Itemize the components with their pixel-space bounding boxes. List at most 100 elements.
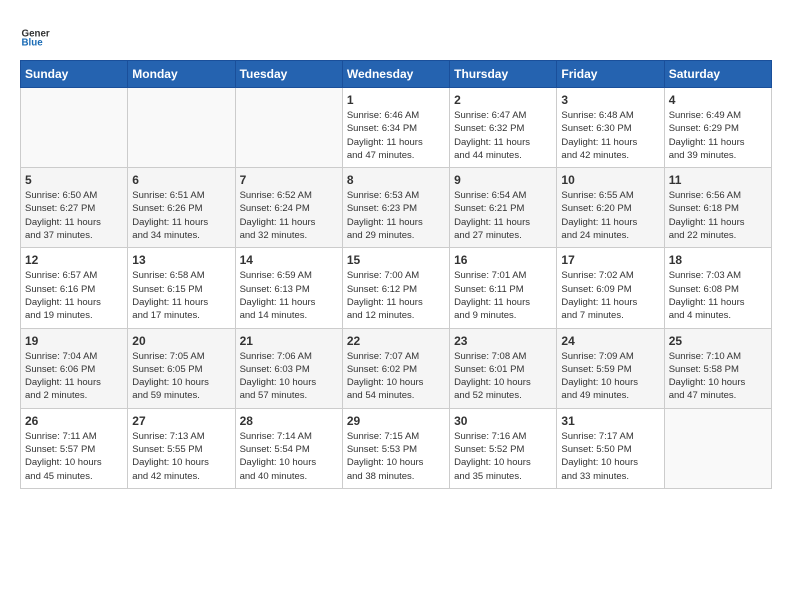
day-number: 25 — [669, 334, 767, 348]
day-number: 27 — [132, 414, 230, 428]
weekday-header-row: SundayMondayTuesdayWednesdayThursdayFrid… — [21, 61, 772, 88]
calendar-cell: 30Sunrise: 7:16 AM Sunset: 5:52 PM Dayli… — [450, 408, 557, 488]
calendar-cell: 10 Sunrise: 6:55 AM Sunset: 6:20 PM Dayli… — [557, 168, 664, 248]
day-number: 6 — [132, 173, 230, 187]
calendar-cell: 22Sunrise: 7:07 AM Sunset: 6:02 PM Dayli… — [342, 328, 449, 408]
day-info: Sunrise: 6:54 AM Sunset: 6:21 PM Dayligh… — [454, 189, 552, 242]
calendar-cell: 19Sunrise: 7:04 AM Sunset: 6:06 PM Dayli… — [21, 328, 128, 408]
calendar-cell: 23 Sunrise: 7:08 AM Sunset: 6:01 PM Dayli… — [450, 328, 557, 408]
calendar-cell: 17 Sunrise: 7:02 AM Sunset: 6:09 PM Dayli… — [557, 248, 664, 328]
day-info: Sunrise: 6:50 AM Sunset: 6:27 PM Dayligh… — [25, 189, 123, 242]
logo-icon: General Blue — [20, 20, 50, 50]
calendar-cell: 29 Sunrise: 7:15 AM Sunset: 5:53 PM Dayli… — [342, 408, 449, 488]
day-number: 19 — [25, 334, 123, 348]
logo: General Blue — [20, 20, 50, 50]
calendar-week-4: 19Sunrise: 7:04 AM Sunset: 6:06 PM Dayli… — [21, 328, 772, 408]
day-number: 7 — [240, 173, 338, 187]
day-info: Sunrise: 7:05 AM Sunset: 6:05 PM Dayligh… — [132, 350, 230, 403]
day-number: 1 — [347, 93, 445, 107]
day-number: 24 — [561, 334, 659, 348]
day-number: 28 — [240, 414, 338, 428]
calendar-table: SundayMondayTuesdayWednesdayThursdayFrid… — [20, 60, 772, 489]
calendar-cell: 15 Sunrise: 7:00 AM Sunset: 6:12 PM Dayli… — [342, 248, 449, 328]
day-number: 31 — [561, 414, 659, 428]
calendar-cell: 7 Sunrise: 6:52 AM Sunset: 6:24 PM Daylig… — [235, 168, 342, 248]
svg-text:Blue: Blue — [22, 38, 44, 49]
page-header: General Blue — [20, 20, 772, 50]
day-info: Sunrise: 7:01 AM Sunset: 6:11 PM Dayligh… — [454, 269, 552, 322]
calendar-cell: 5 Sunrise: 6:50 AM Sunset: 6:27 PM Daylig… — [21, 168, 128, 248]
day-info: Sunrise: 7:06 AM Sunset: 6:03 PM Dayligh… — [240, 350, 338, 403]
day-number: 29 — [347, 414, 445, 428]
weekday-header-wednesday: Wednesday — [342, 61, 449, 88]
day-number: 20 — [132, 334, 230, 348]
day-number: 30 — [454, 414, 552, 428]
calendar-cell: 6 Sunrise: 6:51 AM Sunset: 6:26 PM Daylig… — [128, 168, 235, 248]
day-info: Sunrise: 6:55 AM Sunset: 6:20 PM Dayligh… — [561, 189, 659, 242]
day-number: 4 — [669, 93, 767, 107]
day-number: 17 — [561, 253, 659, 267]
day-number: 12 — [25, 253, 123, 267]
day-number: 16 — [454, 253, 552, 267]
day-number: 8 — [347, 173, 445, 187]
day-number: 5 — [25, 173, 123, 187]
calendar-week-1: 1 Sunrise: 6:46 AM Sunset: 6:34 PM Daylig… — [21, 88, 772, 168]
calendar-cell: 9 Sunrise: 6:54 AM Sunset: 6:21 PM Daylig… — [450, 168, 557, 248]
calendar-cell: 16 Sunrise: 7:01 AM Sunset: 6:11 PM Dayli… — [450, 248, 557, 328]
calendar-cell: 11Sunrise: 6:56 AM Sunset: 6:18 PM Dayli… — [664, 168, 771, 248]
day-number: 10 — [561, 173, 659, 187]
calendar-cell: 12Sunrise: 6:57 AM Sunset: 6:16 PM Dayli… — [21, 248, 128, 328]
day-info: Sunrise: 7:17 AM Sunset: 5:50 PM Dayligh… — [561, 430, 659, 483]
calendar-cell: 1 Sunrise: 6:46 AM Sunset: 6:34 PM Daylig… — [342, 88, 449, 168]
day-info: Sunrise: 6:58 AM Sunset: 6:15 PM Dayligh… — [132, 269, 230, 322]
weekday-header-sunday: Sunday — [21, 61, 128, 88]
day-number: 15 — [347, 253, 445, 267]
day-number: 21 — [240, 334, 338, 348]
weekday-header-tuesday: Tuesday — [235, 61, 342, 88]
day-number: 9 — [454, 173, 552, 187]
calendar-cell: 21 Sunrise: 7:06 AM Sunset: 6:03 PM Dayli… — [235, 328, 342, 408]
day-info: Sunrise: 6:52 AM Sunset: 6:24 PM Dayligh… — [240, 189, 338, 242]
weekday-header-monday: Monday — [128, 61, 235, 88]
calendar-cell: 8 Sunrise: 6:53 AM Sunset: 6:23 PM Daylig… — [342, 168, 449, 248]
calendar-cell: 26Sunrise: 7:11 AM Sunset: 5:57 PM Dayli… — [21, 408, 128, 488]
calendar-body: 1 Sunrise: 6:46 AM Sunset: 6:34 PM Daylig… — [21, 88, 772, 489]
day-number: 18 — [669, 253, 767, 267]
day-number: 3 — [561, 93, 659, 107]
calendar-cell — [21, 88, 128, 168]
calendar-header: SundayMondayTuesdayWednesdayThursdayFrid… — [21, 61, 772, 88]
calendar-week-3: 12Sunrise: 6:57 AM Sunset: 6:16 PM Dayli… — [21, 248, 772, 328]
calendar-cell: 18Sunrise: 7:03 AM Sunset: 6:08 PM Dayli… — [664, 248, 771, 328]
calendar-cell: 27 Sunrise: 7:13 AM Sunset: 5:55 PM Dayli… — [128, 408, 235, 488]
day-info: Sunrise: 7:02 AM Sunset: 6:09 PM Dayligh… — [561, 269, 659, 322]
calendar-cell: 13 Sunrise: 6:58 AM Sunset: 6:15 PM Dayli… — [128, 248, 235, 328]
day-info: Sunrise: 7:07 AM Sunset: 6:02 PM Dayligh… — [347, 350, 445, 403]
calendar-cell — [235, 88, 342, 168]
day-info: Sunrise: 6:53 AM Sunset: 6:23 PM Dayligh… — [347, 189, 445, 242]
day-number: 14 — [240, 253, 338, 267]
calendar-cell: 31 Sunrise: 7:17 AM Sunset: 5:50 PM Dayli… — [557, 408, 664, 488]
day-info: Sunrise: 7:14 AM Sunset: 5:54 PM Dayligh… — [240, 430, 338, 483]
weekday-header-thursday: Thursday — [450, 61, 557, 88]
calendar-cell: 24Sunrise: 7:09 AM Sunset: 5:59 PM Dayli… — [557, 328, 664, 408]
day-info: Sunrise: 7:13 AM Sunset: 5:55 PM Dayligh… — [132, 430, 230, 483]
day-info: Sunrise: 6:51 AM Sunset: 6:26 PM Dayligh… — [132, 189, 230, 242]
day-info: Sunrise: 6:46 AM Sunset: 6:34 PM Dayligh… — [347, 109, 445, 162]
calendar-cell: 3 Sunrise: 6:48 AM Sunset: 6:30 PM Daylig… — [557, 88, 664, 168]
calendar-week-5: 26Sunrise: 7:11 AM Sunset: 5:57 PM Dayli… — [21, 408, 772, 488]
calendar-cell: 20 Sunrise: 7:05 AM Sunset: 6:05 PM Dayli… — [128, 328, 235, 408]
day-number: 26 — [25, 414, 123, 428]
calendar-cell — [128, 88, 235, 168]
calendar-cell: 4 Sunrise: 6:49 AM Sunset: 6:29 PM Daylig… — [664, 88, 771, 168]
day-number: 2 — [454, 93, 552, 107]
calendar-cell: 2Sunrise: 6:47 AM Sunset: 6:32 PM Daylig… — [450, 88, 557, 168]
day-info: Sunrise: 7:15 AM Sunset: 5:53 PM Dayligh… — [347, 430, 445, 483]
day-number: 23 — [454, 334, 552, 348]
calendar-cell: 28 Sunrise: 7:14 AM Sunset: 5:54 PM Dayli… — [235, 408, 342, 488]
day-info: Sunrise: 6:49 AM Sunset: 6:29 PM Dayligh… — [669, 109, 767, 162]
calendar-week-2: 5 Sunrise: 6:50 AM Sunset: 6:27 PM Daylig… — [21, 168, 772, 248]
day-number: 13 — [132, 253, 230, 267]
day-info: Sunrise: 6:48 AM Sunset: 6:30 PM Dayligh… — [561, 109, 659, 162]
day-info: Sunrise: 7:00 AM Sunset: 6:12 PM Dayligh… — [347, 269, 445, 322]
day-info: Sunrise: 7:08 AM Sunset: 6:01 PM Dayligh… — [454, 350, 552, 403]
